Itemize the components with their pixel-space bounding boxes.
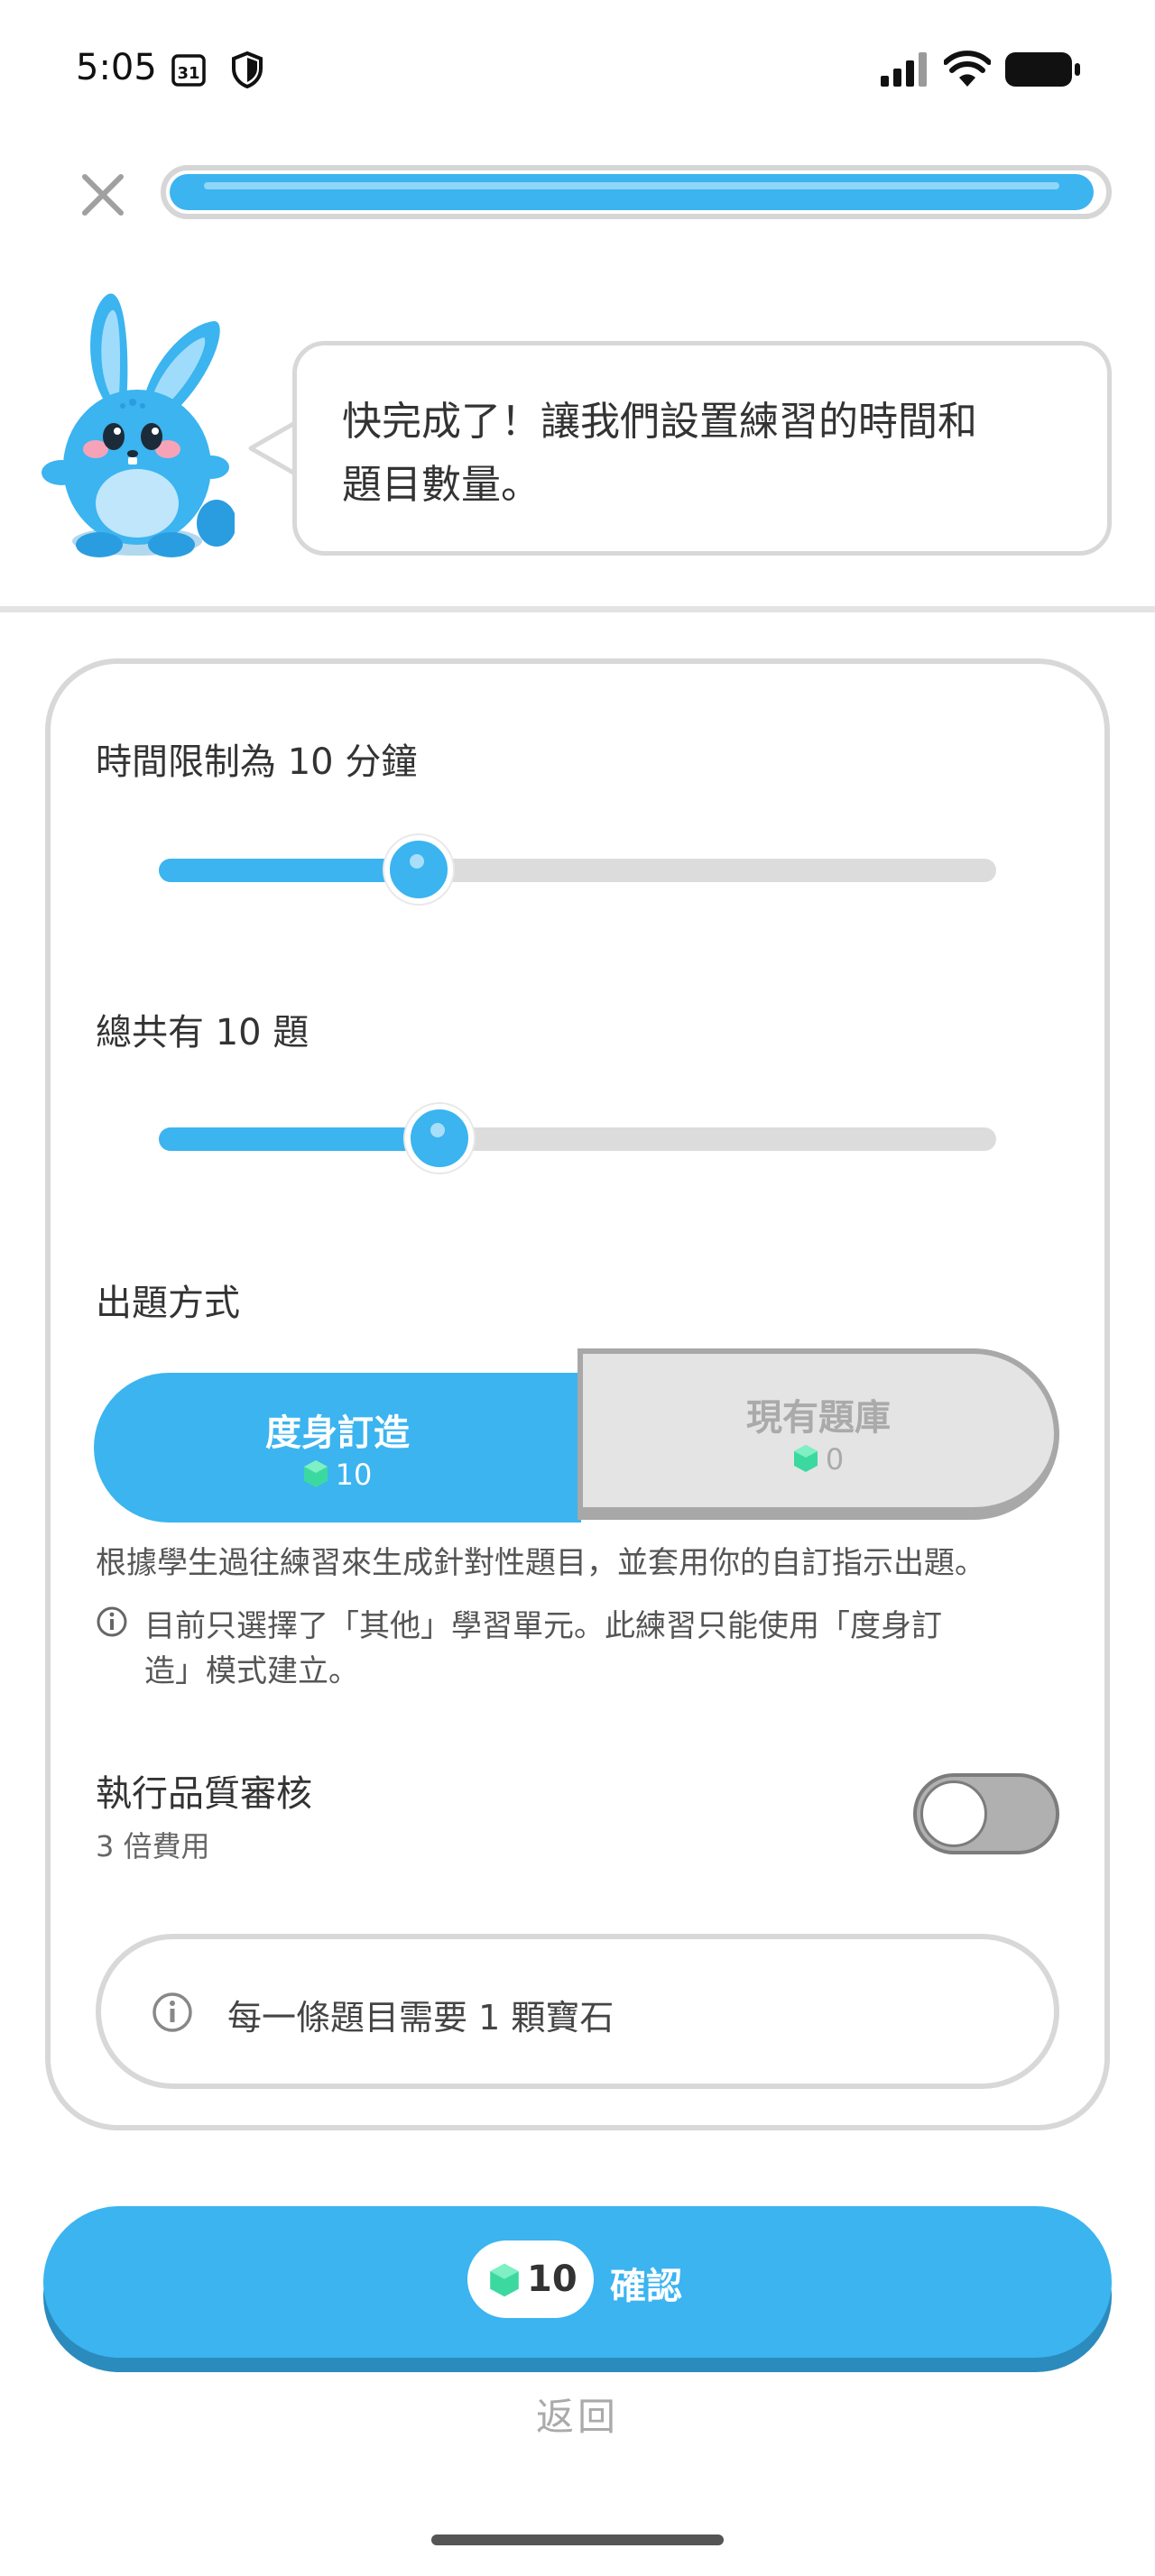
rabbit-mascot — [42, 293, 235, 557]
status-time: 5:05 — [76, 47, 157, 88]
confirm-cost-value: 10 — [527, 2259, 578, 2300]
confirm-button[interactable]: 10 確認 — [43, 2206, 1112, 2358]
time-limit-label: 時間限制為 10 分鐘 — [96, 741, 418, 783]
calendar-day: 31 — [177, 64, 199, 83]
slider-handle[interactable] — [383, 835, 453, 904]
speech-bubble: 快完成了！讓我們設置練習的時間和 題目數量。 — [292, 341, 1112, 556]
gem-icon — [793, 1445, 818, 1472]
quality-review-sublabel: 3 倍費用 — [96, 1829, 210, 1863]
slider-handle[interactable] — [404, 1104, 474, 1173]
close-icon[interactable] — [78, 170, 128, 220]
progress-fill — [170, 174, 1094, 210]
question-count-slider[interactable] — [159, 1104, 996, 1173]
speech-line-1: 快完成了！讓我們設置練習的時間和 — [342, 399, 977, 445]
mode-note: 目前只選擇了「其他」學習單元。此練習只能使用「度身訂 造」模式建立。 — [144, 1604, 1056, 1694]
gem-cost-info: 每一條題目需要 1 顆寶石 — [96, 1934, 1059, 2089]
confirm-label: 確認 — [610, 2266, 682, 2307]
mode-description: 根據學生過往練習來生成針對性題目，並套用你的自訂指示出題。 — [96, 1545, 985, 1581]
battery-icon — [1005, 52, 1080, 87]
time-limit-slider[interactable] — [159, 835, 996, 904]
speech-bubble-text: 快完成了！讓我們設置練習的時間和 題目數量。 — [342, 391, 1071, 517]
segment-custom-cost-value: 10 — [335, 1458, 373, 1492]
question-mode-segmented-control: 度身訂造 10 現有題庫 0 — [94, 1348, 1059, 1523]
quality-review-toggle[interactable] — [913, 1773, 1059, 1854]
segment-custom[interactable]: 度身訂造 10 — [94, 1373, 581, 1523]
segment-existing-label: 現有題庫 — [746, 1397, 891, 1439]
segment-existing-cost: 0 — [583, 1442, 1054, 1477]
confirm-cost-badge: 10 — [467, 2240, 594, 2318]
mode-note-line-2: 造」模式建立。 — [144, 1653, 359, 1689]
calendar-icon: 31 — [171, 54, 206, 87]
segment-custom-label: 度身訂造 — [265, 1412, 410, 1454]
gem-icon — [490, 2263, 519, 2297]
question-count-label: 總共有 10 題 — [96, 1012, 310, 1053]
quality-review-label: 執行品質審核 — [96, 1773, 312, 1815]
mode-note-line-1: 目前只選擇了「其他」學習單元。此練習只能使用「度身訂 — [144, 1608, 942, 1644]
shield-icon — [232, 51, 263, 88]
lesson-progress-bar — [161, 165, 1112, 219]
home-indicator — [431, 2535, 724, 2545]
signal-icon — [881, 52, 927, 87]
info-icon — [97, 1606, 127, 1637]
back-link[interactable]: 返回 — [0, 2387, 1155, 2442]
progress-shine — [204, 182, 1059, 189]
gem-cost-info-text: 每一條題目需要 1 顆寶石 — [227, 1998, 614, 2038]
gem-icon — [303, 1460, 328, 1487]
section-divider — [0, 606, 1155, 612]
toggle-knob — [920, 1780, 987, 1847]
slider-fill — [159, 859, 419, 882]
segment-existing-cost-value: 0 — [825, 1442, 845, 1477]
speech-line-2: 題目數量。 — [342, 462, 541, 508]
segment-existing-bank: 現有題庫 0 — [578, 1348, 1059, 1520]
question-mode-label: 出題方式 — [96, 1283, 240, 1324]
wifi-icon — [944, 51, 991, 87]
segment-custom-cost: 10 — [94, 1458, 581, 1492]
info-icon — [152, 1992, 192, 2032]
slider-fill — [159, 1127, 439, 1151]
